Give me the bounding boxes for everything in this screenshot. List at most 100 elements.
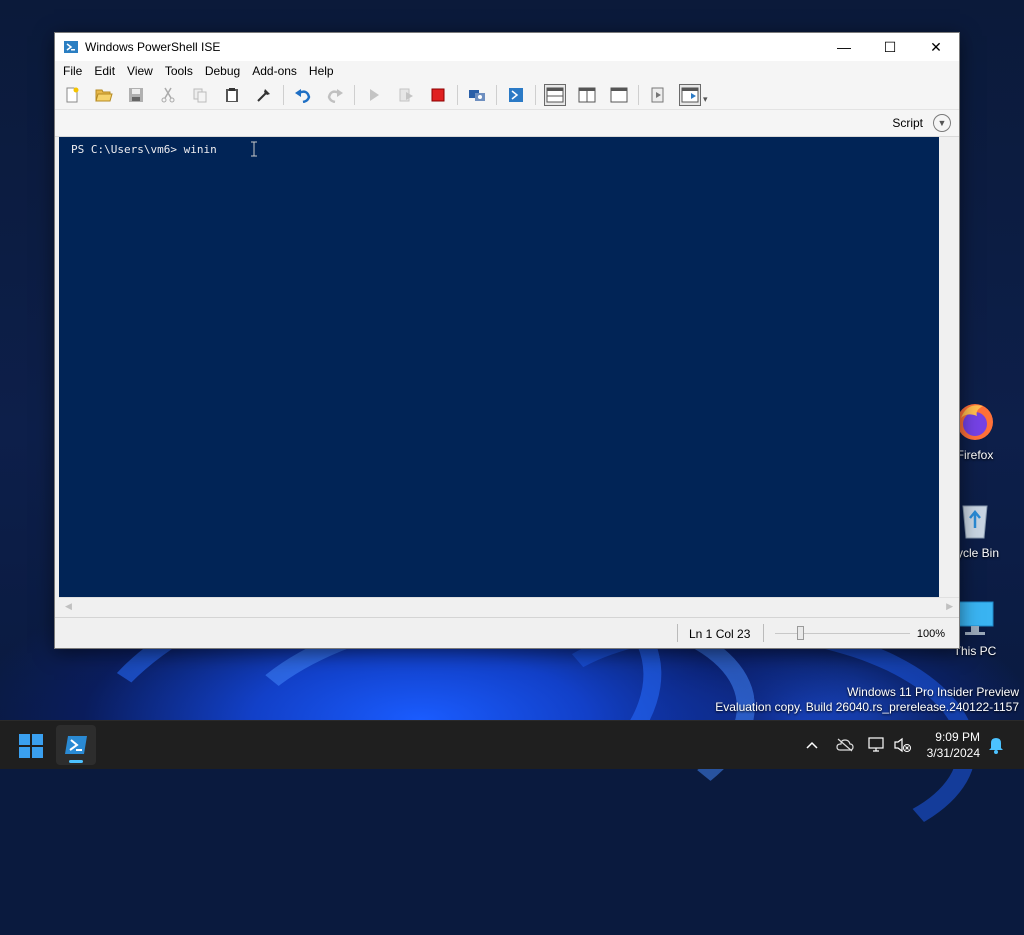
- title-bar[interactable]: Windows PowerShell ISE — ☐ ✕: [55, 33, 959, 61]
- menu-debug[interactable]: Debug: [199, 64, 246, 78]
- cut-button[interactable]: [157, 84, 179, 106]
- toolbar-separator: [354, 85, 355, 105]
- taskbar-app-powershell-ise[interactable]: [56, 725, 96, 765]
- paste-icon: [226, 88, 238, 102]
- show-hidden-icons-button[interactable]: [805, 721, 819, 769]
- toolbar-separator: [638, 85, 639, 105]
- console-input[interactable]: winin: [184, 143, 217, 156]
- vertical-scrollbar[interactable]: [941, 137, 957, 597]
- show-script-pane-toggle[interactable]: ▼: [933, 114, 951, 132]
- open-icon: [95, 89, 113, 102]
- desktop-icon-label: This PC: [953, 644, 997, 658]
- clear-console-icon: [257, 89, 270, 102]
- show-command-window-button[interactable]: [647, 84, 669, 106]
- show-script-pane-right-icon: [578, 87, 596, 103]
- paste-button[interactable]: [221, 84, 243, 106]
- i-beam-cursor-icon: [251, 141, 257, 157]
- desktop-icon-label: Firefox: [956, 448, 994, 462]
- copy-button[interactable]: [189, 84, 211, 106]
- open-button[interactable]: [93, 84, 115, 106]
- powershell-ise-app-icon: [64, 41, 78, 53]
- script-pane-label[interactable]: Script: [892, 116, 923, 130]
- show-script-pane-right-button[interactable]: [576, 84, 598, 106]
- notifications-button[interactable]: [988, 721, 1004, 769]
- close-button[interactable]: ✕: [913, 33, 959, 61]
- status-divider: [763, 624, 764, 642]
- network-tray-button[interactable]: [868, 721, 886, 769]
- maximize-button[interactable]: ☐: [867, 33, 913, 61]
- stop-operation-button[interactable]: [427, 84, 449, 106]
- toolbar-separator: [457, 85, 458, 105]
- show-command-addon-button[interactable]: [679, 84, 701, 106]
- cursor-position: Ln 1 Col 23: [689, 627, 751, 641]
- watermark-line-1: Windows 11 Pro Insider Preview: [847, 685, 1019, 699]
- start-powershell-exe-icon: [509, 88, 523, 102]
- remote-powershell-tab-icon: [469, 90, 485, 101]
- zoom-slider-track[interactable]: [775, 633, 910, 634]
- status-divider: [677, 624, 678, 642]
- zoom-slider-thumb[interactable]: [797, 626, 804, 640]
- window-title: Windows PowerShell ISE: [85, 40, 221, 54]
- bell-icon: [989, 738, 1003, 754]
- menu-edit[interactable]: Edit: [88, 64, 121, 78]
- new-remote-powershell-tab-button[interactable]: [466, 84, 488, 106]
- toolbar-separator: [283, 85, 284, 105]
- console-pane[interactable]: PS C:\Users\vm6> winin: [59, 137, 939, 597]
- menu-help[interactable]: Help: [303, 64, 340, 78]
- show-script-pane-top-icon: [546, 87, 564, 103]
- toolbar-overflow-icon[interactable]: ▾: [703, 94, 708, 105]
- script-pane-bar: Script ▼: [55, 110, 959, 137]
- menu-view[interactable]: View: [121, 64, 159, 78]
- clock-date: 3/31/2024: [926, 746, 980, 760]
- taskbar-clock[interactable]: 9:09 PM 3/31/2024: [927, 729, 980, 761]
- show-script-pane-maximized-button[interactable]: [608, 84, 630, 106]
- watermark-line-2: Evaluation copy. Build 26040.rs_prerelea…: [715, 700, 1019, 714]
- scroll-right-icon[interactable]: ▶: [946, 601, 953, 612]
- active-app-indicator: [69, 760, 83, 763]
- zoom-level: 100%: [916, 628, 945, 640]
- volume-muted-icon: [894, 737, 911, 753]
- menu-file[interactable]: File: [57, 64, 88, 78]
- run-script-button[interactable]: [363, 84, 385, 106]
- copy-icon: [193, 88, 207, 103]
- clear-console-button[interactable]: [253, 84, 275, 106]
- redo-button[interactable]: [324, 84, 346, 106]
- close-icon: ✕: [930, 38, 942, 55]
- save-icon: [129, 88, 143, 102]
- toolbar-separator: [496, 85, 497, 105]
- minimize-button[interactable]: —: [821, 33, 867, 61]
- show-script-pane-maximized-icon: [610, 87, 628, 103]
- new-script-button[interactable]: [61, 84, 83, 106]
- clock-time: 9:09 PM: [935, 730, 980, 744]
- scroll-left-icon[interactable]: ◀: [65, 601, 72, 612]
- menu-add-ons[interactable]: Add-ons: [246, 64, 303, 78]
- start-powershell-exe-button[interactable]: [505, 84, 527, 106]
- show-script-pane-top-button[interactable]: [544, 84, 566, 106]
- maximize-icon: ☐: [883, 38, 897, 55]
- minimize-icon: —: [837, 39, 851, 55]
- menu-tools[interactable]: Tools: [159, 64, 199, 78]
- run-selection-button[interactable]: [395, 84, 417, 106]
- toolbar-separator: [535, 85, 536, 105]
- run-script-icon: [370, 89, 379, 101]
- menu-bar: File Edit View Tools Debug Add-ons Help: [55, 61, 959, 81]
- console-line: PS C:\Users\vm6> winin: [71, 143, 217, 156]
- save-button[interactable]: [125, 84, 147, 106]
- windows-start-icon[interactable]: [18, 733, 44, 759]
- chevron-up-icon: [806, 741, 818, 749]
- undo-button[interactable]: [292, 84, 314, 106]
- toolbar: ▾: [55, 81, 959, 110]
- undo-icon: [295, 89, 311, 103]
- redo-icon: [327, 89, 343, 103]
- status-bar: Ln 1 Col 23 100%: [55, 617, 959, 648]
- onedrive-tray-button[interactable]: [836, 721, 854, 769]
- volume-tray-button[interactable]: [894, 721, 912, 769]
- horizontal-scrollbar[interactable]: ◀ ▶: [59, 597, 959, 614]
- taskbar: 9:09 PM 3/31/2024: [0, 720, 1024, 769]
- run-selection-icon: [399, 88, 413, 102]
- show-command-addon-icon: [681, 87, 699, 103]
- powershell-ise-taskbar-icon: [65, 736, 87, 754]
- cloud-offline-icon: [836, 738, 854, 752]
- evaluation-watermark: Windows 11 Pro Insider Preview Evaluatio…: [715, 685, 1019, 715]
- powershell-ise-window[interactable]: Windows PowerShell ISE — ☐ ✕ File Edit V…: [54, 32, 960, 649]
